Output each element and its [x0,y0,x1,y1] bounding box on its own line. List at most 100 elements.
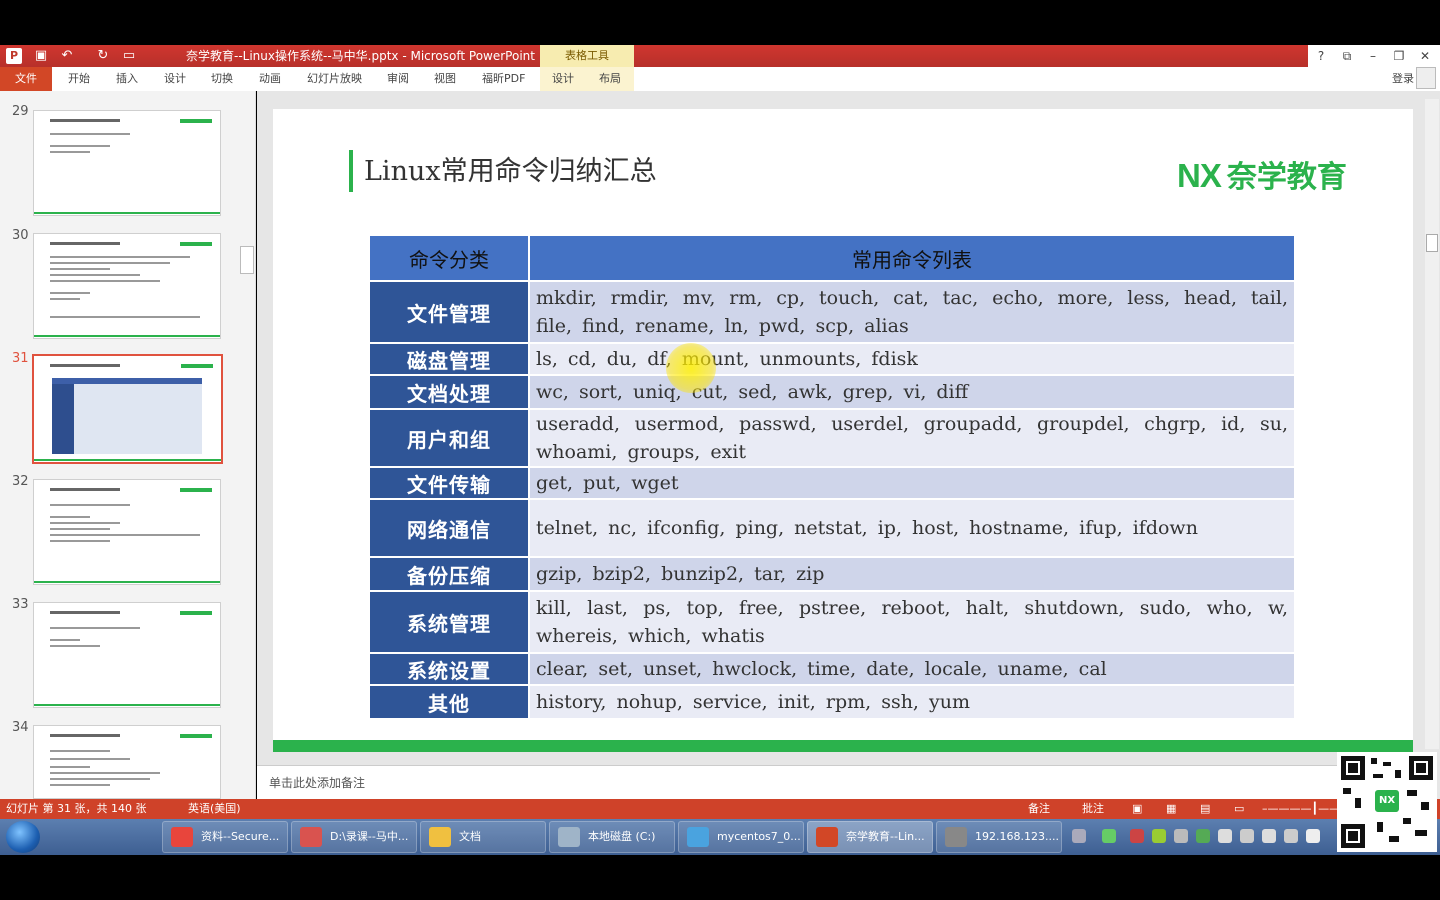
nx-logo: NX 奈学教育 [1177,152,1347,194]
ribbon-display-options-button[interactable]: ⧉ [1336,47,1358,65]
table-row: 网络通信 telnet, nc, ifconfig, ping, netstat… [368,498,1296,558]
taskbar-label: 资料--Secure... [201,830,280,843]
slide-thumbnail-29[interactable] [33,110,221,216]
category-cell[interactable]: 系统管理 [368,590,530,654]
commands-cell[interactable]: kill, last, ps, top, free, pstree, reboo… [528,590,1296,654]
network-icon[interactable] [1240,829,1254,843]
tab-table-design[interactable]: 设计 [552,70,574,88]
taskbar-item-powerpoint[interactable]: 奈学教育--Lin... [807,821,933,853]
thumbnail-scrollbar-handle[interactable] [240,246,254,274]
commands-cell[interactable]: mkdir, rmdir, mv, rm, cp, touch, cat, ta… [528,280,1296,344]
commands-cell[interactable]: clear, set, unset, hwclock, time, date, … [528,652,1296,686]
logo-mark: NX [1177,157,1222,194]
taskbar-item-documents[interactable]: 文档 [420,821,546,853]
commands-cell[interactable]: get, put, wget [528,466,1296,500]
tray-app-icon[interactable] [1218,829,1232,843]
taskbar-label: D:\录课--马中... [330,830,409,843]
display-icon[interactable] [1284,829,1298,843]
help-button[interactable]: ? [1310,47,1332,65]
thumbnail-scrollbar[interactable] [240,99,254,796]
start-button[interactable] [6,821,40,853]
taskbar-item-vm[interactable]: mycentos7_0... [678,821,804,853]
table-header-category[interactable]: 命令分类 [368,234,530,282]
category-cell[interactable]: 系统设置 [368,652,530,686]
slide-thumbnail-32[interactable] [33,479,221,585]
tab-view[interactable]: 视图 [434,70,456,88]
notes-pane[interactable] [257,765,1337,799]
commands-cell[interactable]: wc, sort, uniq, cut, sed, awk, grep, vi,… [528,374,1296,410]
slideshow-view-icon[interactable]: ▭ [1234,801,1244,817]
taskbar-label: 本地磁盘 (C:) [588,830,656,843]
slide-thumbnail-30[interactable] [33,233,221,339]
tray-app-icon[interactable] [1174,829,1188,843]
slide-thumbnail-33[interactable] [33,602,221,708]
slide-thumbnail-31-selected[interactable] [32,354,223,464]
redo-icon[interactable]: ↻ [94,47,112,65]
commands-table[interactable]: 命令分类 常用命令列表 文件管理 mkdir, rmdir, mv, rm, c… [368,234,1296,720]
tab-slideshow[interactable]: 幻灯片放映 [307,70,362,88]
slide-scrollbar-handle[interactable] [1426,234,1438,252]
table-row: 磁盘管理 ls, cd, du, df, mount, unmounts, fd… [368,342,1296,376]
table-row: 文件传输 get, put, wget [368,466,1296,500]
volume-icon[interactable] [1262,829,1276,843]
avatar[interactable] [1416,67,1436,89]
tray-app-icon[interactable] [1130,829,1144,843]
table-header-commands[interactable]: 常用命令列表 [528,234,1296,282]
slide-scrollbar[interactable] [1425,99,1439,749]
category-cell[interactable]: 文档处理 [368,374,530,410]
category-cell[interactable]: 磁盘管理 [368,342,530,376]
taskbar-item-local-disk[interactable]: 本地磁盘 (C:) [549,821,675,853]
tray-app-icon[interactable] [1196,829,1210,843]
save-icon[interactable]: ▣ [32,47,50,65]
table-tools-group-label: 表格工具 [540,45,634,67]
thumbnail-number: 33 [12,597,29,612]
tab-table-layout[interactable]: 布局 [599,70,621,88]
pinned-app-icon[interactable] [54,821,106,853]
notes-placeholder[interactable]: 单击此处添加备注 [269,775,365,791]
present-icon[interactable]: ▭ [120,47,138,65]
tab-animations[interactable]: 动画 [259,70,281,88]
flag-icon[interactable] [1306,829,1320,843]
tab-design[interactable]: 设计 [164,70,186,88]
comments-toggle[interactable]: 批注 [1082,801,1104,817]
slide-footer-bar [273,740,1413,752]
category-cell[interactable]: 文件管理 [368,280,530,344]
undo-icon[interactable]: ↶ [58,47,76,65]
language-indicator[interactable]: 英语(美国) [188,801,241,817]
normal-view-icon[interactable]: ▣ [1132,801,1142,817]
commands-cell[interactable]: ls, cd, du, df, mount, unmounts, fdisk [528,342,1296,376]
slide-thumbnail-34[interactable] [33,725,221,799]
sign-in-link[interactable]: 登录 [1392,70,1414,88]
maximize-button[interactable]: ❐ [1388,47,1410,65]
category-cell[interactable]: 网络通信 [368,498,530,558]
taskbar-item-terminal[interactable]: 192.168.123.... [936,821,1062,853]
close-button[interactable]: ✕ [1414,47,1436,65]
reading-view-icon[interactable]: ▤ [1200,801,1210,817]
category-cell[interactable]: 其他 [368,684,530,720]
tab-insert[interactable]: 插入 [116,70,138,88]
category-cell[interactable]: 用户和组 [368,408,530,468]
tray-app-icon[interactable] [1152,829,1166,843]
tab-file[interactable]: 文件 [0,67,52,91]
tab-review[interactable]: 审阅 [387,70,409,88]
keyboard-icon[interactable] [1072,829,1086,843]
pinned-app-icon[interactable] [108,821,160,853]
tab-home[interactable]: 开始 [68,70,90,88]
powerpoint-app-icon[interactable]: P [6,48,22,64]
category-cell[interactable]: 备份压缩 [368,556,530,592]
commands-cell[interactable]: useradd, usermod, passwd, userdel, group… [528,408,1296,468]
commands-cell[interactable]: history, nohup, service, init, rpm, ssh,… [528,684,1296,720]
taskbar-item-recording-folder[interactable]: D:\录课--马中... [291,821,417,853]
minimize-button[interactable]: – [1362,47,1384,65]
tab-transitions[interactable]: 切换 [211,70,233,88]
tab-foxit-pdf[interactable]: 福昕PDF [482,70,525,88]
notes-toggle[interactable]: 备注 [1028,801,1050,817]
category-cell[interactable]: 文件传输 [368,466,530,500]
taskbar-item-browser[interactable]: 资料--Secure... [162,821,288,853]
slide-sorter-icon[interactable]: ▦ [1166,801,1176,817]
commands-cell[interactable]: telnet, nc, ifconfig, ping, netstat, ip,… [528,498,1296,558]
table-row: 系统管理 kill, last, ps, top, free, pstree, … [368,590,1296,654]
tray-app-icon[interactable] [1102,829,1116,843]
commands-cell[interactable]: gzip, bzip2, bunzip2, tar, zip [528,556,1296,592]
slide-title[interactable]: Linux常用命令归纳汇总 [364,154,657,190]
